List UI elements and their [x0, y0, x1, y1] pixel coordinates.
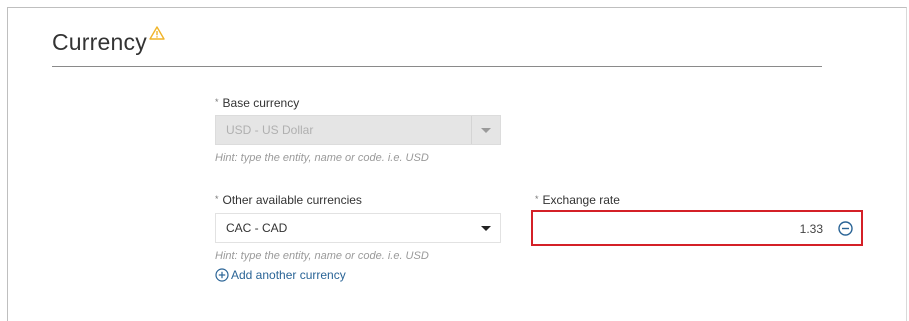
exchange-rate-input[interactable]: 1.33 [531, 210, 863, 246]
other-currencies-dropdown-button[interactable] [472, 214, 500, 242]
base-currency-label: * Base currency [215, 96, 299, 110]
chevron-down-icon [481, 127, 491, 133]
title-divider [52, 66, 822, 67]
base-currency-select[interactable]: USD - US Dollar [215, 115, 501, 145]
base-currency-label-text: Base currency [222, 96, 300, 110]
chevron-down-icon [481, 225, 491, 231]
base-currency-value: USD - US Dollar [226, 123, 314, 137]
other-currencies-label: * Other available currencies [215, 193, 362, 207]
base-currency-dropdown-button[interactable] [471, 116, 500, 144]
other-currencies-hint: Hint: type the entity, name or code. i.e… [215, 250, 429, 262]
section-title: Currency [52, 29, 147, 55]
other-currencies-label-text: Other available currencies [222, 193, 362, 207]
exchange-rate-value: 1.33 [799, 222, 823, 236]
other-currencies-select[interactable]: CAC - CAD [215, 213, 501, 243]
required-marker: * [215, 97, 219, 107]
required-marker: * [535, 194, 539, 204]
plus-circle-icon [215, 268, 229, 282]
minus-circle-icon[interactable] [838, 221, 853, 236]
other-currencies-value: CAC - CAD [226, 221, 288, 235]
required-marker: * [215, 194, 219, 204]
exchange-rate-label-text: Exchange rate [542, 193, 620, 207]
warning-icon [149, 26, 165, 40]
base-currency-hint: Hint: type the entity, name or code. i.e… [215, 152, 429, 164]
exchange-rate-label: * Exchange rate [535, 193, 620, 207]
add-another-currency-label: Add another currency [231, 268, 346, 282]
add-another-currency-link[interactable]: Add another currency [215, 268, 346, 282]
